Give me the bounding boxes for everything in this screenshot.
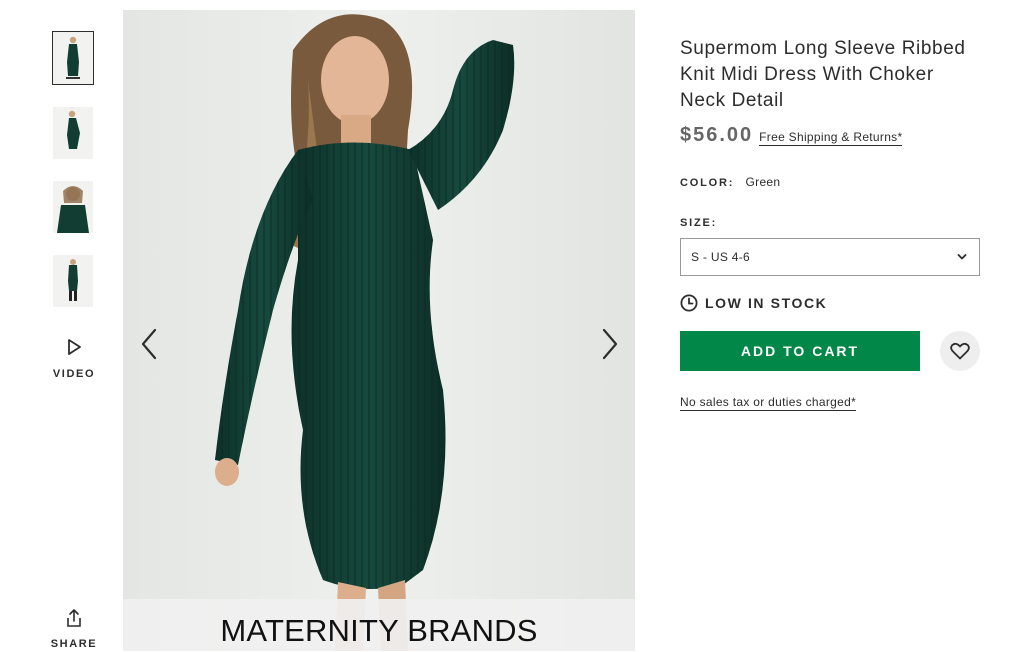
product-main-image bbox=[123, 10, 635, 651]
size-select[interactable]: S - US 4-6 bbox=[680, 238, 980, 276]
product-price: $56.00 bbox=[680, 124, 754, 146]
thumbnail-side[interactable] bbox=[53, 107, 93, 159]
color-label: COLOR: bbox=[680, 177, 735, 189]
thumbnail-closeup-image bbox=[53, 181, 93, 233]
size-label: SIZE: bbox=[680, 217, 718, 229]
heart-icon bbox=[950, 342, 970, 360]
price-row: $56.00 Free Shipping & Returns* bbox=[680, 124, 980, 147]
video-button[interactable]: VIDEO bbox=[50, 338, 98, 382]
chevron-down-icon bbox=[957, 254, 967, 260]
brand-banner: MATERNITY BRANDS bbox=[123, 599, 635, 651]
share-label: SHARE bbox=[50, 638, 98, 650]
stock-status-text: LOW IN STOCK bbox=[705, 295, 828, 311]
product-image-gallery: MATERNITY BRANDS bbox=[123, 10, 635, 651]
thumbnail-front[interactable] bbox=[52, 31, 94, 85]
thumbnail-list bbox=[52, 31, 96, 329]
video-label: VIDEO bbox=[52, 368, 96, 380]
thumbnail-front-image bbox=[53, 32, 93, 84]
play-icon bbox=[68, 339, 81, 355]
chevron-left-icon[interactable] bbox=[135, 326, 165, 362]
add-to-cart-button[interactable]: ADD TO CART bbox=[680, 331, 920, 371]
color-row: COLOR: Green bbox=[680, 175, 980, 189]
size-selected-value: S - US 4-6 bbox=[691, 250, 751, 264]
thumbnail-full-image bbox=[53, 255, 93, 307]
shipping-returns-link[interactable]: Free Shipping & Returns* bbox=[759, 130, 903, 146]
product-details: Supermom Long Sleeve Ribbed Knit Midi Dr… bbox=[680, 36, 980, 411]
cart-row: ADD TO CART bbox=[680, 331, 980, 371]
chevron-right-icon[interactable] bbox=[594, 326, 624, 362]
clock-icon bbox=[680, 294, 698, 312]
brand-banner-text: MATERNITY BRANDS bbox=[220, 613, 538, 648]
save-for-later-button[interactable] bbox=[940, 331, 980, 371]
tax-duties-link[interactable]: No sales tax or duties charged* bbox=[680, 395, 857, 411]
stock-status: LOW IN STOCK bbox=[680, 294, 980, 312]
thumbnail-side-image bbox=[53, 107, 93, 159]
thumbnail-full[interactable] bbox=[53, 255, 93, 307]
thumbnail-closeup[interactable] bbox=[53, 181, 93, 233]
color-value: Green bbox=[745, 175, 781, 189]
share-button[interactable]: SHARE bbox=[50, 608, 98, 652]
product-title: Supermom Long Sleeve Ribbed Knit Midi Dr… bbox=[680, 38, 966, 111]
share-icon bbox=[67, 609, 81, 627]
